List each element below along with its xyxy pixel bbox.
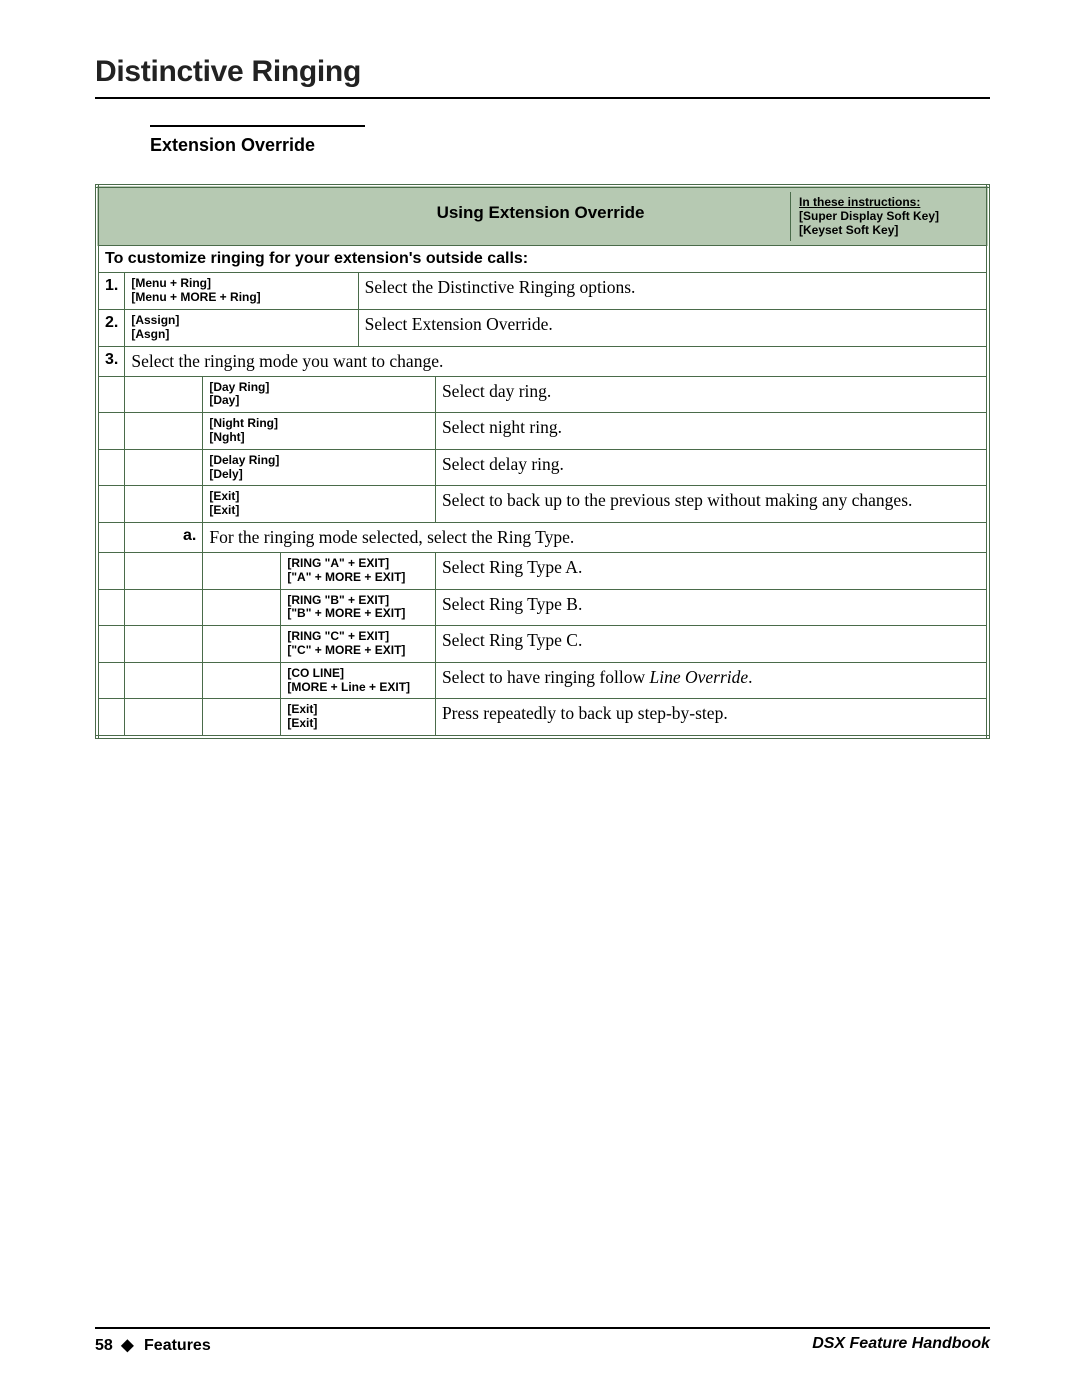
softkey-cell: [Menu + Ring] [Menu + MORE + Ring] <box>125 273 358 310</box>
step-desc: For the ringing mode selected, select th… <box>203 522 988 552</box>
page-number: 58 <box>95 1337 113 1354</box>
table-row: [CO LINE] [MORE + Line + EXIT] Select to… <box>97 662 988 699</box>
step-desc: Select the ringing mode you want to chan… <box>125 346 988 376</box>
table-row: [RING "C" + EXIT] ["C" + MORE + EXIT] Se… <box>97 626 988 663</box>
step-desc: Select delay ring. <box>435 449 988 486</box>
step-desc: Select Ring Type A. <box>435 552 988 589</box>
step-desc: Select Ring Type C. <box>435 626 988 663</box>
softkey-cell: [CO LINE] [MORE + Line + EXIT] <box>281 662 436 699</box>
diamond-icon: ◆ <box>121 1335 133 1355</box>
step-desc: Select night ring. <box>435 413 988 450</box>
softkey-cell: [Exit] [Exit] <box>281 699 436 737</box>
section-heading: Extension Override <box>150 135 990 156</box>
step-desc: Select Extension Override. <box>358 309 988 346</box>
table-row: a. For the ringing mode selected, select… <box>97 522 988 552</box>
softkey-cell: [RING "A" + EXIT] ["A" + MORE + EXIT] <box>281 552 436 589</box>
title-rule <box>95 97 990 99</box>
softkey-cell: [Day Ring] [Day] <box>203 376 436 413</box>
softkey-cell: [RING "B" + EXIT] ["B" + MORE + EXIT] <box>281 589 436 626</box>
step-desc: Select to have ringing follow Line Overr… <box>435 662 988 699</box>
table-header: Using Extension Override In these instru… <box>97 186 988 246</box>
step-desc: Select day ring. <box>435 376 988 413</box>
softkey-cell: [Night Ring] [Nght] <box>203 413 436 450</box>
step-desc: Select the Distinctive Ringing options. <box>358 273 988 310</box>
softkey-cell: [Exit] [Exit] <box>203 486 436 523</box>
table-row: 1. [Menu + Ring] [Menu + MORE + Ring] Se… <box>97 273 988 310</box>
table-row: [Exit] [Exit] Select to back up to the p… <box>97 486 988 523</box>
step-number: 1. <box>97 273 125 310</box>
table-row: [RING "A" + EXIT] ["A" + MORE + EXIT] Se… <box>97 552 988 589</box>
table-row: [Night Ring] [Nght] Select night ring. <box>97 413 988 450</box>
table-row: [RING "B" + EXIT] ["B" + MORE + EXIT] Se… <box>97 589 988 626</box>
footer-book-title: DSX Feature Handbook <box>812 1335 990 1355</box>
step-desc: Press repeatedly to back up step-by-step… <box>435 699 988 737</box>
softkey-cell: [RING "C" + EXIT] ["C" + MORE + EXIT] <box>281 626 436 663</box>
table-header-center: Using Extension Override <box>105 192 790 241</box>
substep-letter: a. <box>125 522 203 552</box>
footer-rule <box>95 1327 990 1329</box>
table-header-legend: In these instructions: [Super Display So… <box>790 192 980 241</box>
softkey-cell: [Delay Ring] [Dely] <box>203 449 436 486</box>
section-divider <box>150 125 365 127</box>
page-title: Distinctive Ringing <box>95 55 990 89</box>
table-row: 3. Select the ringing mode you want to c… <box>97 346 988 376</box>
step-desc: Select Ring Type B. <box>435 589 988 626</box>
page-footer: 58 ◆ Features DSX Feature Handbook <box>95 1327 990 1355</box>
table-row: 2. [Assign] [Asgn] Select Extension Over… <box>97 309 988 346</box>
table-row: [Delay Ring] [Dely] Select delay ring. <box>97 449 988 486</box>
step-number: 3. <box>97 346 125 376</box>
softkey-cell: [Assign] [Asgn] <box>125 309 358 346</box>
table-subheader: To customize ringing for your extension'… <box>97 246 988 273</box>
table-row: [Day Ring] [Day] Select day ring. <box>97 376 988 413</box>
instruction-table: Using Extension Override In these instru… <box>95 184 990 739</box>
footer-left: 58 ◆ Features <box>95 1335 211 1355</box>
table-row: [Exit] [Exit] Press repeatedly to back u… <box>97 699 988 737</box>
footer-section: Features <box>144 1337 211 1354</box>
step-number: 2. <box>97 309 125 346</box>
step-desc: Select to back up to the previous step w… <box>435 486 988 523</box>
